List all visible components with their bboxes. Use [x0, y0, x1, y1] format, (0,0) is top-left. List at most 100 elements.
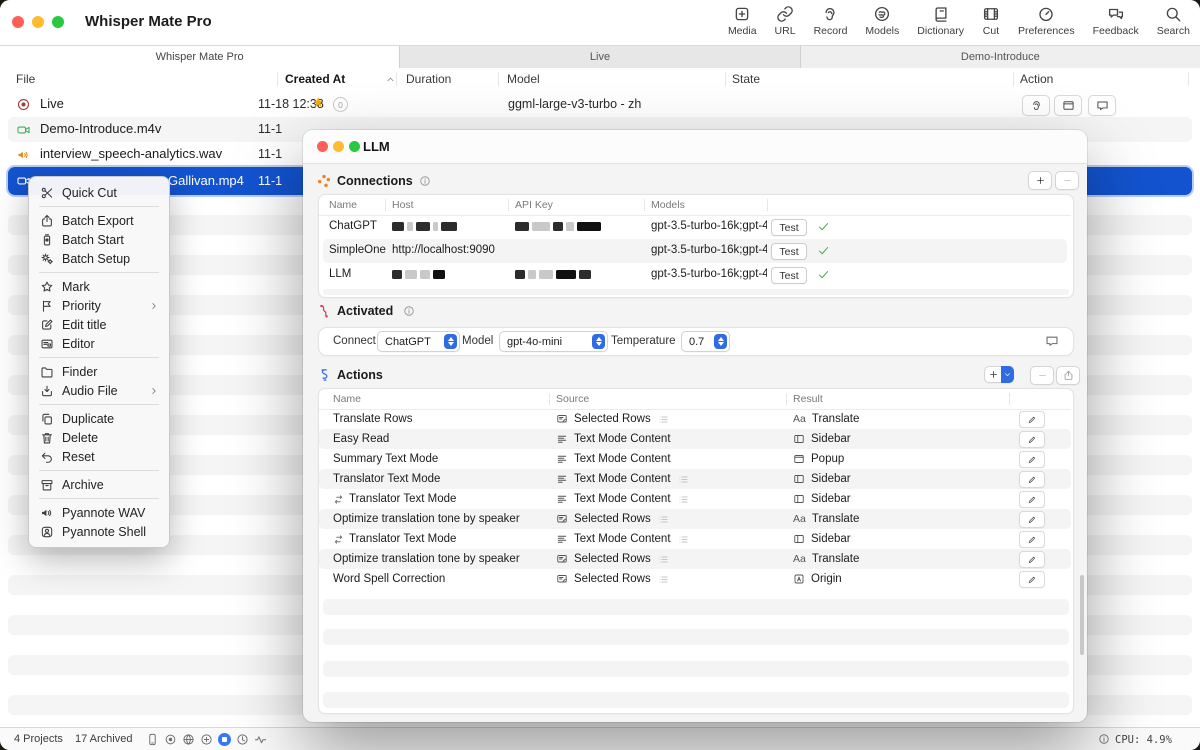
toolbar-label: Models: [865, 25, 899, 37]
menu-item-editor[interactable]: Editor: [29, 334, 169, 353]
action-row[interactable]: Easy ReadText Mode ContentSidebar: [319, 429, 1071, 449]
temperature-stepper[interactable]: 0.7: [681, 331, 730, 352]
globe-icon[interactable]: [182, 733, 195, 746]
action-edit-button[interactable]: [1019, 511, 1045, 528]
toolbar-record-button[interactable]: Record: [814, 5, 848, 37]
action-row[interactable]: Summary Text ModeText Mode ContentPopup: [319, 449, 1071, 469]
record-icon[interactable]: [164, 733, 177, 746]
connection-remove-button[interactable]: [1055, 171, 1079, 190]
clock-icon[interactable]: [236, 733, 249, 746]
list-icon[interactable]: [658, 554, 669, 565]
connection-row-llm[interactable]: LLM gpt-3.5-turbo-16k;gpt-4... Test: [319, 263, 1071, 287]
tab-whisper-mate-pro[interactable]: Whisper Mate Pro: [0, 46, 400, 68]
minimize-button[interactable]: [32, 16, 44, 28]
list-icon[interactable]: [658, 414, 669, 425]
action-row[interactable]: Optimize translation tone by speakerSele…: [319, 549, 1071, 569]
add-circle-icon[interactable]: [200, 733, 213, 746]
row-popup-button[interactable]: [1054, 95, 1082, 116]
zoom-button[interactable]: [52, 16, 64, 28]
test-button[interactable]: Test: [771, 219, 807, 236]
action-row[interactable]: Translator Text ModeText Mode ContentSid…: [319, 529, 1071, 549]
stop-icon[interactable]: [218, 733, 231, 746]
action-row[interactable]: Translator Text ModeText Mode ContentSid…: [319, 489, 1071, 509]
column-model[interactable]: Model: [507, 72, 540, 86]
menu-item-audio-file[interactable]: Audio File: [29, 381, 169, 400]
menu-item-batch-export[interactable]: Batch Export: [29, 211, 169, 230]
column-action[interactable]: Action: [1020, 72, 1053, 86]
created-at: 11-1: [258, 122, 282, 136]
close-button[interactable]: [317, 141, 328, 152]
action-row[interactable]: Translator Text ModeText Mode ContentSid…: [319, 469, 1071, 489]
toolbar-url-button[interactable]: URL: [775, 5, 796, 37]
column-created-at[interactable]: Created At: [285, 72, 345, 86]
tab-demo-introduce[interactable]: Demo-Introduce: [801, 46, 1200, 68]
temperature-value: 0.7: [689, 336, 704, 348]
activity-icon[interactable]: [254, 733, 267, 746]
action-export-button[interactable]: [1056, 366, 1080, 385]
action-edit-button[interactable]: [1019, 451, 1045, 468]
menu-item-pyannote-wav[interactable]: Pyannote WAV: [29, 503, 169, 522]
toolbar-search-button[interactable]: Search: [1157, 5, 1190, 37]
star-icon[interactable]: ★: [312, 94, 325, 111]
connection-add-button[interactable]: [1028, 171, 1052, 190]
zoom-button[interactable]: [349, 141, 360, 152]
pencil-icon: [1027, 455, 1037, 465]
column-file[interactable]: File: [16, 72, 35, 86]
menu-item-priority[interactable]: Priority: [29, 296, 169, 315]
row-subtitle-button[interactable]: [1088, 95, 1116, 116]
close-button[interactable]: [12, 16, 24, 28]
connection-row-simpleone[interactable]: SimpleOne http://localhost:9090 gpt-3.5-…: [323, 239, 1067, 263]
list-icon[interactable]: [678, 534, 689, 545]
model-select[interactable]: gpt-4o-mini: [499, 331, 608, 352]
menu-item-archive[interactable]: Archive: [29, 475, 169, 494]
menu-item-mark[interactable]: Mark: [29, 277, 169, 296]
action-remove-button[interactable]: [1030, 366, 1054, 385]
action-add-split-button[interactable]: [984, 366, 1014, 383]
action-edit-button[interactable]: [1019, 571, 1045, 588]
info-icon[interactable]: [419, 175, 431, 187]
action-edit-button[interactable]: [1019, 551, 1045, 568]
list-icon[interactable]: [658, 574, 669, 585]
row-record-button[interactable]: [1022, 95, 1050, 116]
action-edit-button[interactable]: [1019, 531, 1045, 548]
menu-item-pyannote-shell[interactable]: Pyannote Shell: [29, 522, 169, 541]
action-edit-button[interactable]: [1019, 411, 1045, 428]
action-row[interactable]: Translate RowsSelected RowsAaTranslate: [319, 409, 1071, 429]
list-icon[interactable]: [678, 474, 689, 485]
menu-item-duplicate[interactable]: Duplicate: [29, 409, 169, 428]
menu-item-delete[interactable]: Delete: [29, 428, 169, 447]
chat-test-icon[interactable]: [1045, 334, 1059, 348]
connection-row-chatgpt[interactable]: ChatGPT gpt-3.5-turbo-16k;gpt-4... Test: [319, 215, 1071, 239]
menu-item-batch-setup[interactable]: Batch Setup: [29, 249, 169, 268]
file-row-live[interactable]: Live 11-18 12:38 ★ 0 ggml-large-v3-turbo…: [8, 92, 1192, 117]
tab-live[interactable]: Live: [400, 46, 800, 68]
toolbar-feedback-button[interactable]: Feedback: [1093, 5, 1139, 37]
toolbar-media-button[interactable]: Media: [728, 5, 757, 37]
connect-select[interactable]: ChatGPT: [377, 331, 460, 352]
action-row[interactable]: Optimize translation tone by speakerSele…: [319, 509, 1071, 529]
device-icon[interactable]: [146, 733, 159, 746]
action-edit-button[interactable]: [1019, 471, 1045, 488]
action-edit-button[interactable]: [1019, 431, 1045, 448]
toolbar-models-button[interactable]: Models: [865, 5, 899, 37]
toolbar-cut-button[interactable]: Cut: [982, 5, 1000, 37]
menu-item-batch-start[interactable]: Batch Start: [29, 230, 169, 249]
list-icon[interactable]: [658, 514, 669, 525]
menu-item-quick-cut[interactable]: Quick Cut: [29, 183, 169, 202]
info-icon[interactable]: [403, 305, 415, 317]
column-state[interactable]: State: [732, 72, 760, 86]
toolbar-preferences-button[interactable]: Preferences: [1018, 5, 1075, 37]
toolbar-dictionary-button[interactable]: Dictionary: [917, 5, 964, 37]
test-button[interactable]: Test: [771, 267, 807, 284]
action-edit-button[interactable]: [1019, 491, 1045, 508]
action-row[interactable]: Word Spell CorrectionSelected RowsOrigin: [319, 569, 1071, 589]
list-icon[interactable]: [678, 494, 689, 505]
menu-item-reset[interactable]: Reset: [29, 447, 169, 466]
minimize-button[interactable]: [333, 141, 344, 152]
column-duration[interactable]: Duration: [406, 72, 451, 86]
scrollbar-thumb[interactable]: [1080, 575, 1084, 655]
menu-item-finder[interactable]: Finder: [29, 362, 169, 381]
menu-item-edit-title[interactable]: Edit title: [29, 315, 169, 334]
sort-asc-icon[interactable]: [385, 74, 396, 85]
test-button[interactable]: Test: [771, 243, 807, 260]
